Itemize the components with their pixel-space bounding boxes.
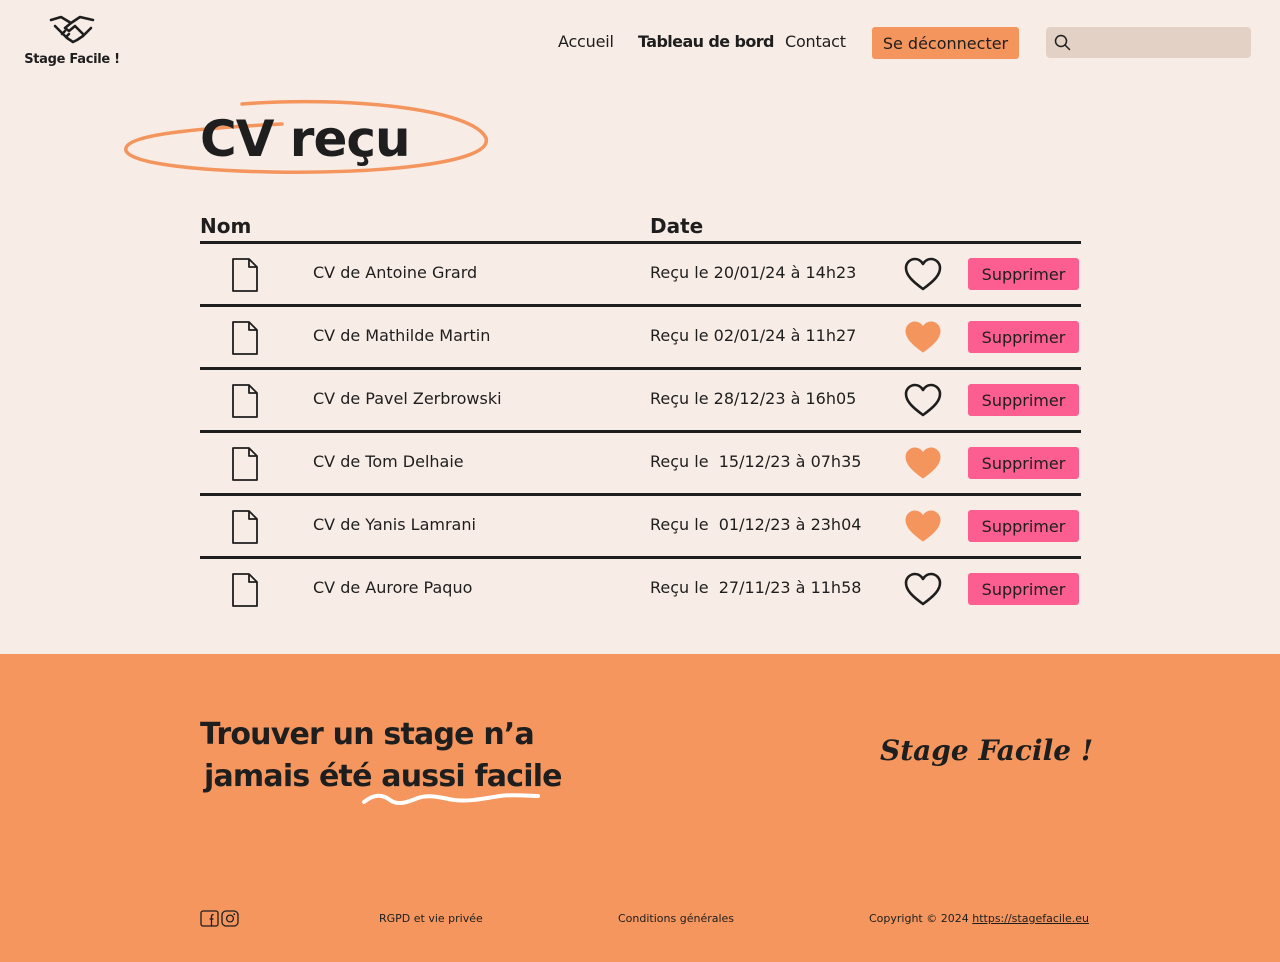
delete-button[interactable]: Supprimer xyxy=(968,510,1079,542)
page-title-block: CV reçu xyxy=(122,98,492,178)
search-input[interactable] xyxy=(1046,27,1251,58)
copyright-text: Copyright © 2024 xyxy=(869,912,969,925)
heart-filled-icon[interactable] xyxy=(904,320,942,358)
page-title: CV reçu xyxy=(200,110,411,168)
document-icon xyxy=(230,320,260,360)
document-icon xyxy=(230,509,260,549)
heart-outline-icon[interactable] xyxy=(904,572,942,610)
table-row[interactable]: CV de Pavel Zerbrowski Reçu le 28/12/23 à… xyxy=(200,370,1081,433)
handshake-icon xyxy=(49,15,95,44)
footer-link-conditions[interactable]: Conditions générales xyxy=(618,912,734,925)
footer: Trouver un stage n’a jamais été aussi fa… xyxy=(0,654,1280,962)
document-icon xyxy=(230,446,260,486)
table-row[interactable]: CV de Yanis Lamrani Reçu le 01/12/23 à 23… xyxy=(200,496,1081,559)
heart-filled-icon[interactable] xyxy=(904,446,942,484)
delete-button[interactable]: Supprimer xyxy=(968,258,1079,290)
cv-name[interactable]: CV de Mathilde Martin xyxy=(313,326,490,345)
column-header-name: Nom xyxy=(200,214,252,238)
logo[interactable]: Stage Facile ! xyxy=(24,14,120,67)
cv-date: Reçu le 15/12/23 à 07h35 xyxy=(650,452,862,471)
delete-button[interactable]: Supprimer xyxy=(968,573,1079,605)
heart-outline-icon[interactable] xyxy=(904,257,942,295)
column-header-date: Date xyxy=(650,214,704,238)
document-icon xyxy=(230,257,260,297)
table-row[interactable]: CV de Antoine Grard Reçu le 20/01/24 à 14… xyxy=(200,244,1081,307)
document-icon xyxy=(230,572,260,612)
table-row[interactable]: CV de Tom Delhaie Reçu le 15/12/23 à 07h3… xyxy=(200,433,1081,496)
delete-button[interactable]: Supprimer xyxy=(968,321,1079,353)
table-header: Nom Date xyxy=(200,212,1081,244)
heart-outline-icon[interactable] xyxy=(904,383,942,421)
logo-text: Stage Facile ! xyxy=(24,52,120,67)
cv-name[interactable]: CV de Tom Delhaie xyxy=(313,452,464,471)
cv-name[interactable]: CV de Yanis Lamrani xyxy=(313,515,476,534)
cv-date: Reçu le 02/01/24 à 11h27 xyxy=(650,326,857,345)
cv-date: Reçu le 01/12/23 à 23h04 xyxy=(650,515,862,534)
cv-name[interactable]: CV de Aurore Paquo xyxy=(313,578,472,597)
cv-table: Nom Date CV de Antoine Grard Reçu le 20/0… xyxy=(200,212,1081,622)
document-icon xyxy=(230,383,260,423)
footer-link-rgpd[interactable]: RGPD et vie privée xyxy=(379,912,483,925)
cv-name[interactable]: CV de Pavel Zerbrowski xyxy=(313,389,502,408)
cv-date: Reçu le 27/11/23 à 11h58 xyxy=(650,578,862,597)
footer-brand: Stage Facile ! xyxy=(880,734,1094,767)
site-link[interactable]: https://stagefacile.eu xyxy=(972,912,1089,925)
delete-button[interactable]: Supprimer xyxy=(968,384,1079,416)
logout-button[interactable]: Se déconnecter xyxy=(872,27,1019,59)
social-links xyxy=(200,910,239,927)
squiggle-underline xyxy=(362,793,540,806)
nav-home[interactable]: Accueil xyxy=(558,32,614,51)
nav-dashboard[interactable]: Tableau de bord xyxy=(638,32,774,51)
footer-copyright: Copyright © 2024 https://stagefacile.eu xyxy=(869,912,1089,925)
footer-tagline: Trouver un stage n’a jamais été aussi fa… xyxy=(200,714,563,798)
table-row[interactable]: CV de Mathilde Martin Reçu le 02/01/24 à … xyxy=(200,307,1081,370)
search-icon xyxy=(1054,34,1071,51)
cv-date: Reçu le 20/01/24 à 14h23 xyxy=(650,263,857,282)
instagram-icon[interactable] xyxy=(221,910,239,927)
cv-date: Reçu le 28/12/23 à 16h05 xyxy=(650,389,857,408)
nav-contact[interactable]: Contact xyxy=(785,32,846,51)
heart-filled-icon[interactable] xyxy=(904,509,942,547)
facebook-icon[interactable] xyxy=(200,910,219,927)
cv-name[interactable]: CV de Antoine Grard xyxy=(313,263,477,282)
footer-tagline-line1: Trouver un stage n’a xyxy=(200,717,535,752)
delete-button[interactable]: Supprimer xyxy=(968,447,1079,479)
table-row[interactable]: CV de Aurore Paquo Reçu le 27/11/23 à 11h… xyxy=(200,559,1081,622)
